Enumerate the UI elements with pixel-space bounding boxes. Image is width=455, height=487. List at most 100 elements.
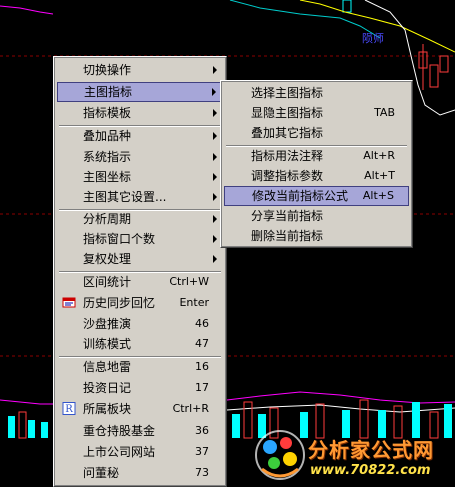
volume-bar <box>243 401 253 439</box>
menu-item-label: 指标模板 <box>83 106 132 120</box>
menu-item-label: 重仓持股基金 <box>83 424 156 438</box>
menu-item-label: 沙盘推演 <box>83 317 132 331</box>
menu-item-label: 指标窗口个数 <box>83 232 156 246</box>
menu-item-info-mine[interactable]: 信息地雷 16 <box>57 357 223 377</box>
menu-item-company-website[interactable]: 上市公司网站 37 <box>57 442 223 462</box>
menu-item-label: 训练模式 <box>83 337 132 351</box>
menu-item-label: 叠加其它指标 <box>251 126 324 140</box>
menu-item-label: 分享当前指标 <box>251 209 324 223</box>
main-indicator-submenu: 选择主图指标 显隐主图指标 TAB 叠加其它指标 指标用法注释 Alt+R 调整… <box>220 80 413 248</box>
ma-line-magenta <box>0 5 54 15</box>
menu-item-overlay-symbol[interactable]: 叠加品种 <box>57 126 223 146</box>
volume-bar <box>28 420 35 438</box>
menu-item-sector[interactable]: R 所属板块 Ctrl+R <box>57 399 223 419</box>
menu-item-label: 主图其它设置... <box>83 190 167 204</box>
menu-item-label: 切换操作 <box>83 63 132 77</box>
watermark-logo-icon <box>255 430 305 480</box>
volume-bar <box>41 422 48 438</box>
submenu-arrow-icon <box>213 215 217 223</box>
menu-item-indicator-window-count[interactable]: 指标窗口个数 <box>57 229 223 249</box>
menu-item-label: 历史同步回忆 <box>83 296 156 310</box>
ma-line-magenta <box>226 391 455 404</box>
menu-item-range-statistics[interactable]: 区间统计 Ctrl+W <box>57 272 223 292</box>
candle <box>342 0 352 13</box>
submenu-arrow-icon <box>213 173 217 181</box>
submenu-arrow-icon <box>213 132 217 140</box>
submenu-arrow-icon <box>213 235 217 243</box>
menu-item-shortcut: Ctrl+R <box>172 402 209 415</box>
menu-item-label: 选择主图指标 <box>251 86 324 100</box>
menu-item-label: 区间统计 <box>83 275 132 289</box>
menu-item-label: 显隐主图指标 <box>251 106 324 120</box>
candle <box>429 64 439 88</box>
menu-item-label: 投资日记 <box>83 381 132 395</box>
menu-item-shortcut: 37 <box>195 445 209 458</box>
ma-line-white <box>226 404 455 413</box>
menu-item-label: 问董秘 <box>83 466 120 480</box>
menu-item-training-mode[interactable]: 训练模式 47 <box>57 334 223 354</box>
svg-text:R: R <box>65 404 73 415</box>
menu-item-indicator-template[interactable]: 指标模板 <box>57 103 223 123</box>
menu-item-main-indicator[interactable]: 主图指标 <box>57 82 223 102</box>
menu-item-analysis-period[interactable]: 分析周期 <box>57 209 223 229</box>
submenu-item-usage-notes[interactable]: 指标用法注释 Alt+R <box>224 146 409 166</box>
submenu-item-select-indicator[interactable]: 选择主图指标 <box>224 83 409 103</box>
menu-item-ask-secretary[interactable]: 问董秘 73 <box>57 463 223 483</box>
submenu-arrow-icon <box>213 153 217 161</box>
menu-item-sandbox-simulation[interactable]: 沙盘推演 46 <box>57 314 223 334</box>
volume-bar <box>18 411 27 439</box>
submenu-arrow-icon <box>213 255 217 263</box>
menu-item-main-axis[interactable]: 主图坐标 <box>57 167 223 187</box>
chart-context-menu: 切换操作 主图指标 指标模板 叠加品种 系统指示 主图坐标 主图其它设置... … <box>53 56 227 487</box>
submenu-arrow-icon <box>213 66 217 74</box>
menu-item-shortcut: TAB <box>374 106 395 119</box>
submenu-item-toggle-indicator[interactable]: 显隐主图指标 TAB <box>224 103 409 123</box>
menu-item-shortcut: 16 <box>195 360 209 373</box>
ma-line-magenta <box>0 399 53 405</box>
menu-item-system-signal[interactable]: 系统指示 <box>57 147 223 167</box>
menu-item-label: 修改当前指标公式 <box>252 189 349 203</box>
menu-item-shortcut: 47 <box>195 337 209 350</box>
menu-item-price-adjustment[interactable]: 复权处理 <box>57 249 223 269</box>
submenu-item-share-indicator[interactable]: 分享当前指标 <box>224 206 409 226</box>
candle <box>439 55 449 73</box>
menu-item-shortcut: Enter <box>179 296 209 309</box>
submenu-item-delete-indicator[interactable]: 删除当前指标 <box>224 226 409 246</box>
submenu-arrow-icon <box>213 193 217 201</box>
menu-item-label: 分析周期 <box>83 212 132 226</box>
menu-item-label: 主图坐标 <box>83 170 132 184</box>
menu-item-shortcut: 73 <box>195 466 209 479</box>
menu-item-label: 复权处理 <box>83 252 132 266</box>
menu-item-label: 主图指标 <box>84 85 133 99</box>
menu-item-label: 调整指标参数 <box>251 169 324 183</box>
menu-item-shortcut: 46 <box>195 317 209 330</box>
menu-item-shortcut: Alt+T <box>364 169 395 182</box>
submenu-item-overlay-other[interactable]: 叠加其它指标 <box>224 123 409 143</box>
menu-item-label: 系统指示 <box>83 150 132 164</box>
volume-bar <box>8 416 15 438</box>
submenu-arrow-icon <box>212 88 216 96</box>
menu-item-history-sync[interactable]: 历史同步回忆 Enter <box>57 293 223 313</box>
watermark-url: www.70822.com <box>310 463 431 478</box>
site-watermark: 分析家公式网 www.70822.com <box>252 423 452 487</box>
menu-item-heavy-holding-funds[interactable]: 重仓持股基金 36 <box>57 421 223 441</box>
submenu-item-adjust-params[interactable]: 调整指标参数 Alt+T <box>224 166 409 186</box>
menu-item-label: 指标用法注释 <box>251 149 324 163</box>
chart-indicator-label: 陨师 <box>362 32 384 45</box>
menu-item-label: 删除当前指标 <box>251 229 324 243</box>
menu-item-shortcut: Ctrl+W <box>169 275 209 288</box>
history-sync-icon <box>62 297 76 308</box>
menu-item-label: 信息地雷 <box>83 360 132 374</box>
menu-item-main-other-settings[interactable]: 主图其它设置... <box>57 187 223 207</box>
menu-item-investment-diary[interactable]: 投资日记 17 <box>57 378 223 398</box>
volume-bar <box>232 414 240 438</box>
menu-item-label: 叠加品种 <box>83 129 132 143</box>
sector-r-icon: R <box>62 402 76 415</box>
menu-item-shortcut: Alt+R <box>363 149 395 162</box>
menu-item-shortcut: Alt+S <box>362 189 394 202</box>
menu-item-shortcut: 17 <box>195 381 209 394</box>
menu-item-switch-operation[interactable]: 切换操作 <box>57 60 223 80</box>
ma-line-cyan <box>229 0 381 39</box>
submenu-item-edit-formula[interactable]: 修改当前指标公式 Alt+S <box>224 186 409 206</box>
menu-item-label: 上市公司网站 <box>83 445 156 459</box>
